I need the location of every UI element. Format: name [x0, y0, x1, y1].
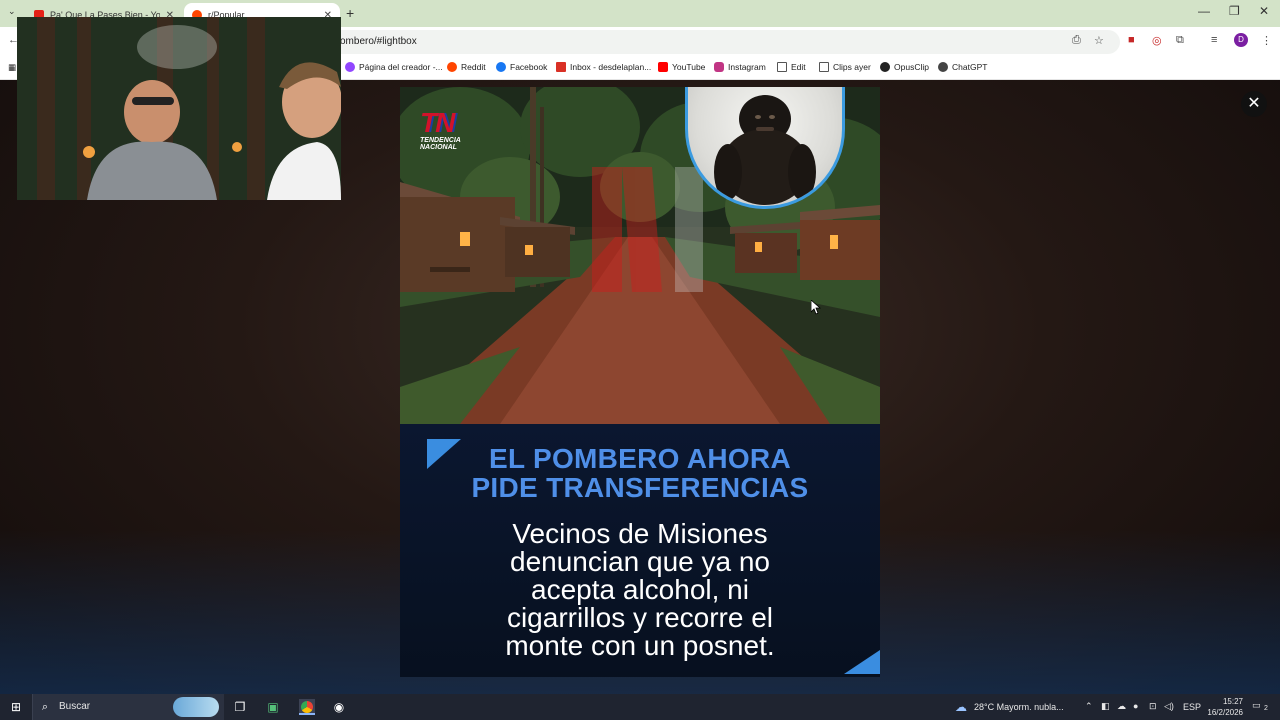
folder-icon [819, 62, 829, 72]
webcam-scene [17, 17, 341, 200]
windows-start-icon[interactable]: ⊞ [8, 699, 24, 715]
bookmark-chatgpt[interactable]: ChatGPT [938, 62, 987, 72]
bookmark-reddit[interactable]: Reddit [447, 62, 486, 72]
bookmark-label: OpusClip [894, 62, 929, 72]
tray-icon-mic[interactable]: ● [1133, 701, 1138, 711]
bookmark-label: Clips ayer [833, 62, 871, 72]
chrome-taskbar-icon[interactable] [299, 699, 315, 715]
language-indicator[interactable]: ESP [1183, 702, 1201, 712]
body-line: cigarrillos y recorre el [506, 602, 774, 633]
bookmark-gmail[interactable]: Inbox - desdelaplan... [556, 62, 651, 72]
task-view-icon[interactable]: ❐ [232, 699, 248, 715]
search-placeholder: Buscar [59, 701, 91, 712]
bookmark-youtube[interactable]: YouTube [658, 62, 705, 72]
app-icon-green[interactable]: ▣ [265, 699, 281, 715]
clock[interactable]: 15:27 16/2/2026 [1207, 696, 1243, 718]
post-headline: EL POMBERO AHORA PIDE TRANSFERENCIAS [400, 444, 880, 502]
tn-logo-mark: TN [420, 107, 455, 138]
extensions-puzzle-icon[interactable]: ⧉ [1176, 34, 1184, 47]
volume-icon[interactable]: ◁) [1164, 701, 1174, 712]
lightbox-close-button[interactable]: ✕ [1241, 91, 1267, 117]
instagram-icon [714, 62, 724, 72]
body-line: Vecinos de Misiones [512, 518, 768, 549]
new-tab-button[interactable]: + [346, 5, 354, 21]
media-control-icon[interactable]: ≡ [1211, 34, 1217, 46]
dolphin-search-art [173, 697, 219, 717]
bookmark-label: Inbox - desdelaplan... [570, 62, 652, 72]
screen: ⌄ Pa' Que La Pases Bien - YouTube ✕ r/Po… [0, 0, 1280, 720]
bookmark-label: Edit [791, 62, 806, 72]
gmail-icon [556, 62, 566, 72]
tn-logo: TN TENDENCIA NACIONAL [420, 109, 480, 153]
accent-triangle-bottom [844, 650, 880, 674]
bookmark-folder-edit[interactable]: Edit [777, 62, 806, 72]
search-icon: ⌕ [41, 701, 49, 713]
clock-time: 15:27 [1222, 697, 1243, 706]
install-app-icon[interactable]: ⎙ [1072, 34, 1081, 47]
bookmark-label: YouTube [672, 62, 706, 72]
bookmark-folder-clips[interactable]: Clips ayer [819, 62, 871, 72]
youtube-icon [658, 62, 668, 72]
chatgpt-icon [938, 62, 948, 72]
tray-icon-onedrive[interactable]: ☁ [1117, 701, 1126, 712]
extension-red-icon[interactable]: ■ [1128, 34, 1135, 46]
headline-line-1: EL POMBERO AHORA [489, 443, 791, 474]
bookmark-label: Instagram [728, 62, 766, 72]
opusclip-icon [880, 62, 890, 72]
tn-logo-sub1: TENDENCIA [420, 137, 461, 144]
bookmark-label: Reddit [461, 62, 486, 72]
apps-grid-icon[interactable]: ▦ [8, 62, 16, 73]
bookmark-twitch[interactable]: Página del creador -... [345, 62, 443, 72]
facebook-icon [496, 62, 506, 72]
notification-center-icon[interactable]: ▭ [1252, 700, 1261, 711]
menu-kebab-icon[interactable]: ⋮ [1261, 34, 1272, 47]
body-line: monte con un posnet. [505, 630, 775, 661]
bookmark-opusclip[interactable]: OpusClip [880, 62, 929, 72]
lightbox-image[interactable]: TN TENDENCIA NACIONAL EL POMBERO AHORA P… [400, 87, 880, 677]
minimize-button[interactable]: — [1198, 4, 1210, 18]
clock-date: 16/2/2026 [1207, 708, 1243, 717]
taskbar-search[interactable]: ⌕ Buscar [32, 694, 224, 720]
mouse-cursor-icon [810, 299, 822, 320]
webcam-overlay [17, 17, 341, 200]
bookmark-label: Página del creador -... [359, 62, 443, 72]
profile-avatar[interactable]: D [1234, 33, 1248, 47]
tn-logo-sub2: NACIONAL [420, 144, 457, 151]
close-window-button[interactable]: ✕ [1259, 4, 1269, 18]
weather-text[interactable]: 28°C Mayorm. nubla... [974, 702, 1064, 712]
post-caption: EL POMBERO AHORA PIDE TRANSFERENCIAS Vec… [400, 424, 880, 677]
folder-icon [777, 62, 787, 72]
app-icon-obs[interactable]: ◉ [331, 699, 347, 715]
extension-circle-icon[interactable]: ◎ [1152, 34, 1162, 47]
tab-search-icon[interactable]: ⌄ [8, 6, 16, 17]
restore-button[interactable]: ❐ [1229, 4, 1240, 18]
post-photo: TN TENDENCIA NACIONAL [400, 87, 880, 424]
body-line: denuncian que ya no [510, 546, 770, 577]
bookmark-label: Facebook [510, 62, 548, 72]
twitch-icon [345, 62, 355, 72]
show-hidden-icons[interactable]: ⌃ [1085, 701, 1093, 712]
bookmark-facebook[interactable]: Facebook [496, 62, 547, 72]
bookmark-label: ChatGPT [952, 62, 988, 72]
network-icon[interactable]: ⊡ [1149, 701, 1157, 712]
tray-icon-1[interactable]: ◧ [1101, 701, 1110, 712]
reddit-icon [447, 62, 457, 72]
address-bar[interactable]: ombero/#lightbox [300, 30, 1120, 54]
weather-cloud-icon: ☁ [955, 700, 967, 714]
url-text[interactable]: ombero/#lightbox [340, 36, 417, 47]
notification-count: 2 [1264, 705, 1268, 712]
headline-line-2: PIDE TRANSFERENCIAS [471, 472, 809, 503]
post-body: Vecinos de Misiones denuncian que ya no … [400, 520, 880, 660]
body-line: acepta alcohol, ni [531, 574, 749, 605]
bookmark-star-icon[interactable]: ☆ [1094, 34, 1104, 47]
windows-taskbar: ⊞ ⌕ Buscar ❐ ▣ ◉ ☁ 28°C Mayorm. nubla...… [0, 694, 1280, 720]
bookmark-instagram[interactable]: Instagram [714, 62, 766, 72]
